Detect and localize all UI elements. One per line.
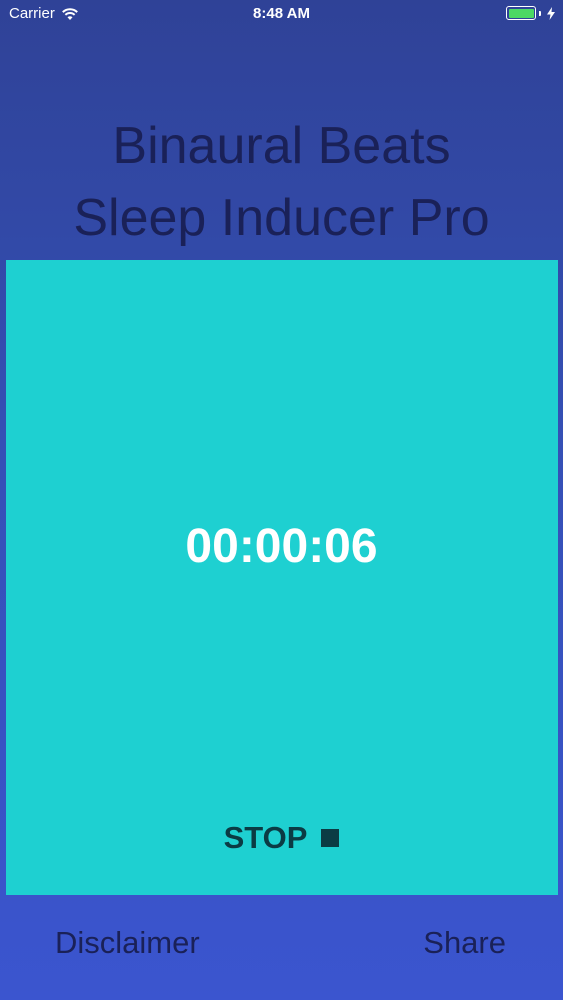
app-title: Binaural Beats Sleep Inducer Pro (0, 110, 563, 254)
app-title-line2: Sleep Inducer Pro (73, 189, 490, 247)
battery-icon (506, 6, 536, 20)
app-title-line1: Binaural Beats (112, 117, 451, 175)
battery-fill (508, 8, 534, 18)
status-time: 8:48 AM (253, 5, 310, 22)
stop-button[interactable]: STOP (0, 820, 563, 856)
share-button[interactable]: Share (423, 925, 506, 961)
battery-nub (539, 10, 541, 16)
stop-square-icon (321, 829, 340, 847)
status-bar: Carrier 8:48 AM (0, 0, 563, 30)
elapsed-timer: 00:00:06 (185, 520, 378, 573)
timer-panel (6, 260, 558, 895)
bolt-icon (547, 6, 555, 20)
stop-label: STOP (223, 820, 308, 855)
disclaimer-button[interactable]: Disclaimer (55, 925, 200, 961)
status-right (506, 6, 555, 20)
